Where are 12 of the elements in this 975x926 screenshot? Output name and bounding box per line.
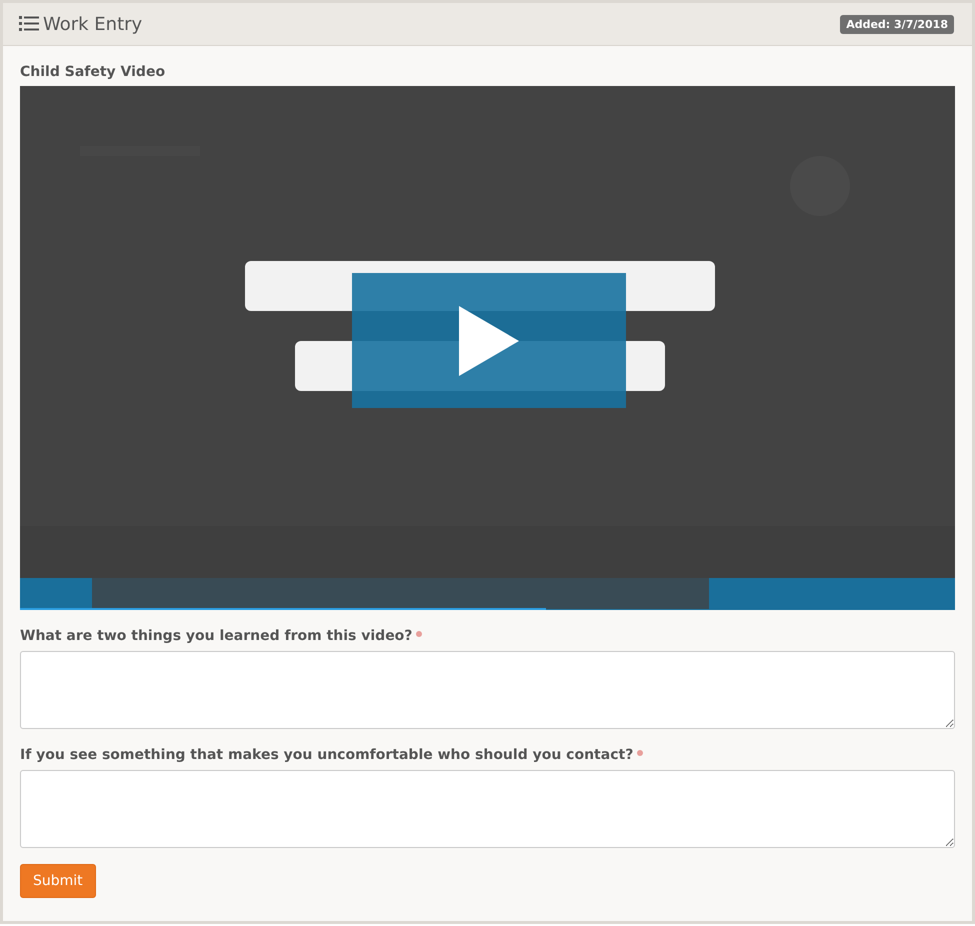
answer-box[interactable] [20,770,955,848]
video-title: Child Safety Video [20,64,166,80]
play-button[interactable] [352,273,626,408]
list-icon [19,15,39,33]
panel-title: Work Entry [43,14,142,34]
answer-box[interactable] [20,651,955,729]
video-control-bar[interactable] [20,578,955,610]
play-icon [459,306,519,376]
question-label: What are two things you learned from this video? [20,628,412,644]
added-date-badge: Added: 3/7/2018 [840,14,954,34]
submit-button[interactable]: Submit [20,864,96,898]
question-label: If you see something that makes you uncomfortable who should you contact? [20,747,634,763]
